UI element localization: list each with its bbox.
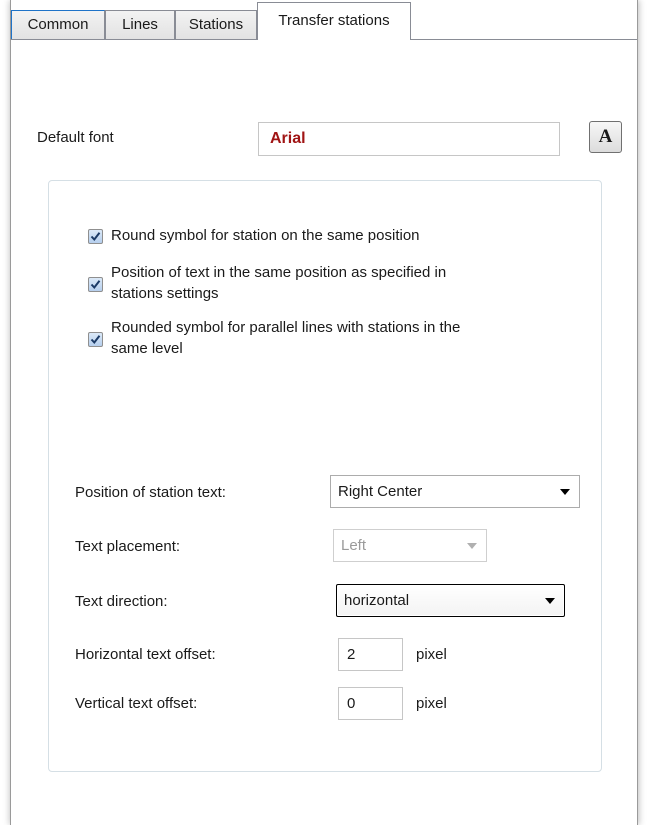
- text-placement-label: Text placement:: [75, 538, 181, 555]
- rounded-parallel-label-line1: Rounded symbol for parallel lines with s…: [111, 319, 461, 336]
- tab-transfer-stations[interactable]: Transfer stations: [257, 2, 411, 40]
- checkmark-icon: [90, 232, 101, 242]
- vertical-offset-input[interactable]: 0: [338, 687, 403, 720]
- choose-font-button[interactable]: A: [589, 121, 622, 153]
- station-text-position-label: Position of station text:: [75, 484, 226, 501]
- tab-stations[interactable]: Stations: [175, 10, 257, 39]
- text-placement-select[interactable]: Left: [333, 529, 487, 562]
- rounded-parallel-label: Rounded symbol for parallel lines with s…: [111, 317, 460, 359]
- text-direction-value: horizontal: [344, 592, 410, 609]
- checkmark-icon: [90, 280, 101, 290]
- checkmark-icon: [90, 335, 101, 345]
- rounded-parallel-checkbox[interactable]: [88, 332, 103, 347]
- default-font-field[interactable]: Arial: [258, 122, 560, 156]
- tab-common[interactable]: Common: [11, 10, 105, 39]
- default-font-label: Default font: [37, 129, 114, 146]
- chevron-down-icon: [467, 543, 477, 549]
- round-symbol-label: Round symbol for station on the same pos…: [111, 227, 420, 244]
- round-symbol-checkbox[interactable]: [88, 229, 103, 244]
- text-direction-label: Text direction:: [75, 593, 168, 610]
- horizontal-offset-input[interactable]: 2: [338, 638, 403, 671]
- horizontal-offset-unit: pixel: [416, 646, 447, 663]
- vertical-offset-unit: pixel: [416, 695, 447, 712]
- station-text-position-value: Right Center: [338, 483, 423, 500]
- text-position-label: Position of text in the same position as…: [111, 262, 446, 304]
- text-placement-value: Left: [341, 537, 367, 554]
- tab-lines[interactable]: Lines: [105, 10, 175, 39]
- text-position-checkbox[interactable]: [88, 277, 103, 292]
- horizontal-offset-label: Horizontal text offset:: [75, 646, 216, 663]
- chevron-down-icon: [545, 598, 555, 604]
- vertical-offset-label: Vertical text offset:: [75, 695, 198, 712]
- chevron-down-icon: [560, 489, 570, 495]
- rounded-parallel-label-line2: same level: [111, 340, 183, 357]
- text-direction-select[interactable]: horizontal: [336, 584, 565, 617]
- settings-window: Common Lines Stations Transfer stations …: [10, 0, 638, 825]
- tab-strip: Common Lines Stations Transfer stations: [11, 0, 637, 40]
- text-position-label-line1: Position of text in the same position as…: [111, 264, 447, 281]
- station-text-position-select[interactable]: Right Center: [330, 475, 580, 508]
- text-position-label-line2: stations settings: [111, 285, 219, 302]
